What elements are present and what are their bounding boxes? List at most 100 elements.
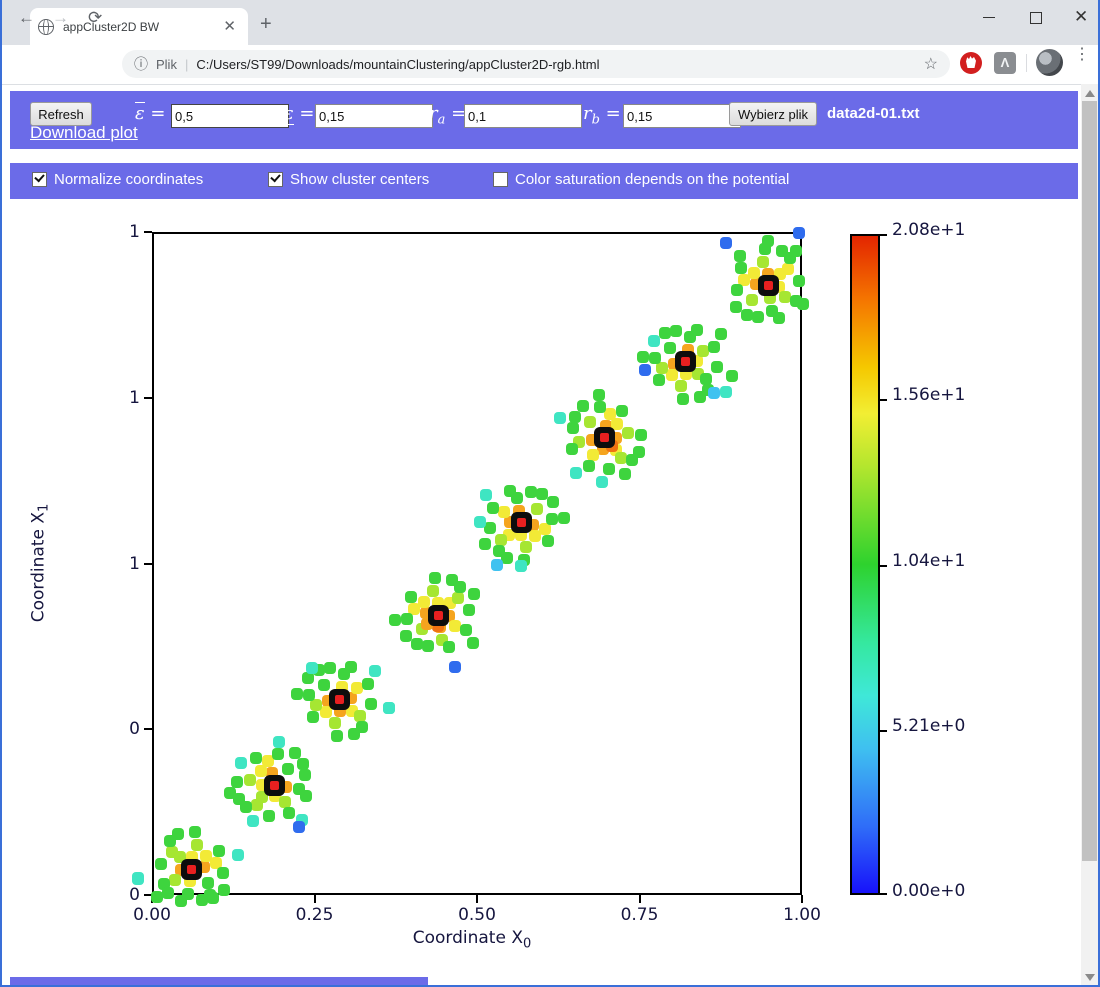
scatter-point xyxy=(531,503,543,515)
scatter-point xyxy=(637,351,649,363)
scatter-point xyxy=(648,335,660,347)
show-centers-checkbox[interactable] xyxy=(268,172,283,187)
colorbar-tick-label: 5.21e+0 xyxy=(892,716,965,736)
back-button[interactable]: ← xyxy=(18,8,35,28)
scatter-point xyxy=(790,245,802,257)
scatter-point xyxy=(329,717,341,729)
scatter-point xyxy=(362,678,374,690)
new-tab-button[interactable]: + xyxy=(260,14,272,34)
x-tick-mark xyxy=(801,895,803,903)
outlier-point xyxy=(793,227,805,239)
scatter-point xyxy=(443,641,455,653)
forward-button[interactable]: → xyxy=(52,8,69,28)
url-text[interactable]: C:/Users/ST99/Downloads/mountainClusteri… xyxy=(196,57,923,72)
epsilon-lower-label: ε = xyxy=(284,103,315,124)
scatter-point xyxy=(542,535,554,547)
scatter-point xyxy=(427,585,439,597)
scatter-point xyxy=(204,889,216,901)
scatter-point xyxy=(619,468,631,480)
scatter-point xyxy=(773,312,785,324)
scatter-point xyxy=(584,416,596,428)
y-tick-label: 0 xyxy=(129,885,140,905)
scatter-point xyxy=(566,443,578,455)
outlier-point xyxy=(720,237,732,249)
profile-avatar[interactable] xyxy=(1036,49,1063,76)
x-tick-mark xyxy=(314,895,316,903)
scatter-point xyxy=(711,361,723,373)
scatter-point xyxy=(757,256,769,268)
page-info-icon[interactable]: ⓘ xyxy=(134,54,148,74)
scatter-point xyxy=(520,541,532,553)
y-tick-label: 1 xyxy=(129,222,140,242)
menu-kebab-icon[interactable]: ⋮ xyxy=(1074,50,1084,59)
scatter-point xyxy=(452,592,464,604)
choose-file-button[interactable]: Wybierz plik xyxy=(729,102,817,126)
scatter-point xyxy=(189,826,201,838)
y-tick-label: 1 xyxy=(129,554,140,574)
scatter-point xyxy=(691,324,703,336)
color-saturation-checkbox[interactable] xyxy=(493,172,508,187)
scatter-point xyxy=(348,728,360,740)
scatter-point xyxy=(782,263,794,275)
download-plot-link[interactable]: Download plot xyxy=(30,123,138,143)
x-tick-label: 0.25 xyxy=(296,905,334,925)
window-close-button[interactable]: ✕ xyxy=(1074,10,1088,24)
outlier-point xyxy=(449,661,461,673)
show-centers-label: Show cluster centers xyxy=(290,171,429,188)
option-normalize[interactable]: Normalize coordinates xyxy=(32,171,203,188)
option-show-centers[interactable]: Show cluster centers xyxy=(268,171,429,188)
option-color-saturation[interactable]: Color saturation depends on the potentia… xyxy=(493,171,789,188)
scatter-point xyxy=(720,386,732,398)
epsilon-lower-input[interactable] xyxy=(315,104,433,128)
maximize-button[interactable] xyxy=(1028,10,1042,24)
scatter-point xyxy=(570,467,582,479)
scrollbar-up-icon[interactable] xyxy=(1085,90,1095,97)
scatter-point xyxy=(776,245,788,257)
plot-area xyxy=(152,232,802,895)
reload-button[interactable]: ⟳ xyxy=(88,8,102,28)
scatter-point xyxy=(603,463,615,475)
scatter-point xyxy=(653,374,665,386)
ra-input[interactable] xyxy=(464,104,582,128)
parameter-toolbar: Refresh ε = ε = ra = rb = Wybierz plik d… xyxy=(10,91,1078,149)
scatter-point xyxy=(594,401,606,413)
extension-pdf-icon[interactable]: Ʌ xyxy=(994,52,1016,74)
x-tick-label: 1.00 xyxy=(783,905,821,925)
scatter-point xyxy=(659,327,671,339)
scatter-point xyxy=(708,341,720,353)
scatter-point xyxy=(468,588,480,600)
y-tick-label: 1 xyxy=(129,388,140,408)
colorbar-tick-mark xyxy=(880,234,887,236)
scatter-point xyxy=(191,839,203,851)
y-tick-mark xyxy=(144,397,152,399)
scatter-point xyxy=(213,845,225,857)
scatter-point xyxy=(547,496,559,508)
scatter-point xyxy=(793,275,805,287)
y-axis-label: Coordinate X1 xyxy=(28,504,51,623)
x-tick-label: 0.00 xyxy=(133,905,171,925)
tab-close-icon[interactable]: ✕ xyxy=(219,17,240,36)
scatter-point xyxy=(263,810,275,822)
normalize-label: Normalize coordinates xyxy=(54,171,203,188)
minimize-button[interactable] xyxy=(982,10,996,24)
scatter-point xyxy=(558,512,570,524)
normalize-checkbox[interactable] xyxy=(32,172,47,187)
scatter-point xyxy=(536,488,548,500)
rb-input[interactable] xyxy=(623,104,741,128)
scatter-point xyxy=(752,311,764,323)
bookmark-star-icon[interactable]: ☆ xyxy=(924,54,938,74)
scatter-point xyxy=(272,748,284,760)
epsilon-upper-input[interactable] xyxy=(171,104,289,128)
address-bar[interactable]: ⓘ Plik | C:/Users/ST99/Downloads/mountai… xyxy=(122,50,950,78)
extension-hand-icon[interactable] xyxy=(960,52,982,74)
options-toolbar: Normalize coordinates Show cluster cente… xyxy=(10,163,1078,199)
scatter-point xyxy=(504,485,516,497)
scrollbar-down-icon[interactable] xyxy=(1085,974,1095,981)
scatter-point xyxy=(283,807,295,819)
y-tick-mark xyxy=(144,563,152,565)
page-scrollbar[interactable] xyxy=(1081,84,1098,987)
colorbar-tick-label: 0.00e+0 xyxy=(892,881,965,901)
scrollbar-thumb[interactable] xyxy=(1082,101,1097,861)
scatter-point xyxy=(460,624,472,636)
scatter-point xyxy=(405,591,417,603)
